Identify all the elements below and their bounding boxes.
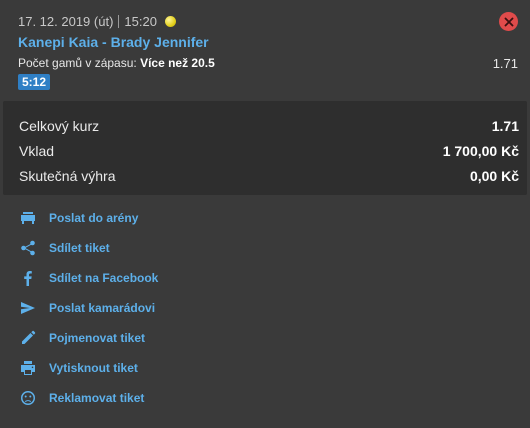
action-label: Sdílet na Facebook	[49, 271, 159, 285]
market-line: Počet gamů v zápasu: Více než 20.5	[18, 56, 215, 70]
close-icon	[504, 17, 513, 26]
match-title[interactable]: Kanepi Kaia - Brady Jennifer	[18, 34, 209, 50]
action-label: Sdílet tiket	[49, 241, 110, 255]
stake-row: Vklad 1 700,00 Kč	[19, 143, 519, 159]
stake-label: Vklad	[19, 143, 55, 159]
share-facebook-action[interactable]: Sdílet na Facebook	[0, 263, 530, 293]
rename-ticket-action[interactable]: Pojmenovat tiket	[0, 323, 530, 353]
selection-odds: 1.71	[492, 56, 518, 71]
action-label: Poslat kamarádovi	[49, 301, 156, 315]
market-selection: Více než 20.5	[140, 56, 215, 70]
facebook-icon	[20, 270, 36, 286]
tennis-ball-icon	[164, 16, 176, 27]
send-icon	[20, 300, 36, 316]
bet-time: 15:20	[124, 14, 157, 29]
arena-icon	[20, 210, 36, 226]
ticket-actions: Poslat do arény Sdílet tiket Sdílet na F…	[0, 203, 530, 413]
send-to-friend-action[interactable]: Poslat kamarádovi	[0, 293, 530, 323]
payout-label: Skutečná výhra	[19, 168, 116, 184]
total-odds-value: 1.71	[491, 118, 519, 134]
action-label: Reklamovat tiket	[49, 391, 145, 405]
payout-row: Skutečná výhra 0,00 Kč	[19, 168, 519, 184]
close-button[interactable]	[499, 12, 518, 31]
pencil-icon	[20, 330, 36, 346]
complaint-ticket-action[interactable]: Reklamovat tiket	[0, 383, 530, 413]
print-ticket-action[interactable]: Vytisknout tiket	[0, 353, 530, 383]
market-label: Počet gamů v zápasu:	[18, 56, 137, 70]
print-icon	[20, 360, 36, 376]
score-badge: 5:12	[18, 74, 51, 90]
stake-value: 1 700,00 Kč	[442, 143, 519, 159]
send-to-arena-action[interactable]: Poslat do arény	[0, 203, 530, 233]
bet-date: 17. 12. 2019 (út)	[18, 14, 114, 29]
bet-meta: 17. 12. 2019 (út) 15:20	[18, 14, 176, 29]
total-odds-row: Celkový kurz 1.71	[19, 118, 519, 134]
complaint-icon	[20, 390, 36, 406]
action-label: Pojmenovat tiket	[49, 331, 146, 345]
share-icon	[20, 240, 36, 256]
action-label: Vytisknout tiket	[49, 361, 138, 375]
payout-value: 0,00 Kč	[469, 168, 519, 184]
meta-divider	[118, 15, 120, 28]
total-odds-label: Celkový kurz	[19, 118, 100, 134]
share-ticket-action[interactable]: Sdílet tiket	[0, 233, 530, 263]
bet-card: 17. 12. 2019 (út) 15:20 Kanepi Kaia - Br…	[0, 0, 530, 100]
ticket-summary: Celkový kurz 1.71 Vklad 1 700,00 Kč Skut…	[3, 101, 527, 195]
action-label: Poslat do arény	[49, 211, 139, 225]
